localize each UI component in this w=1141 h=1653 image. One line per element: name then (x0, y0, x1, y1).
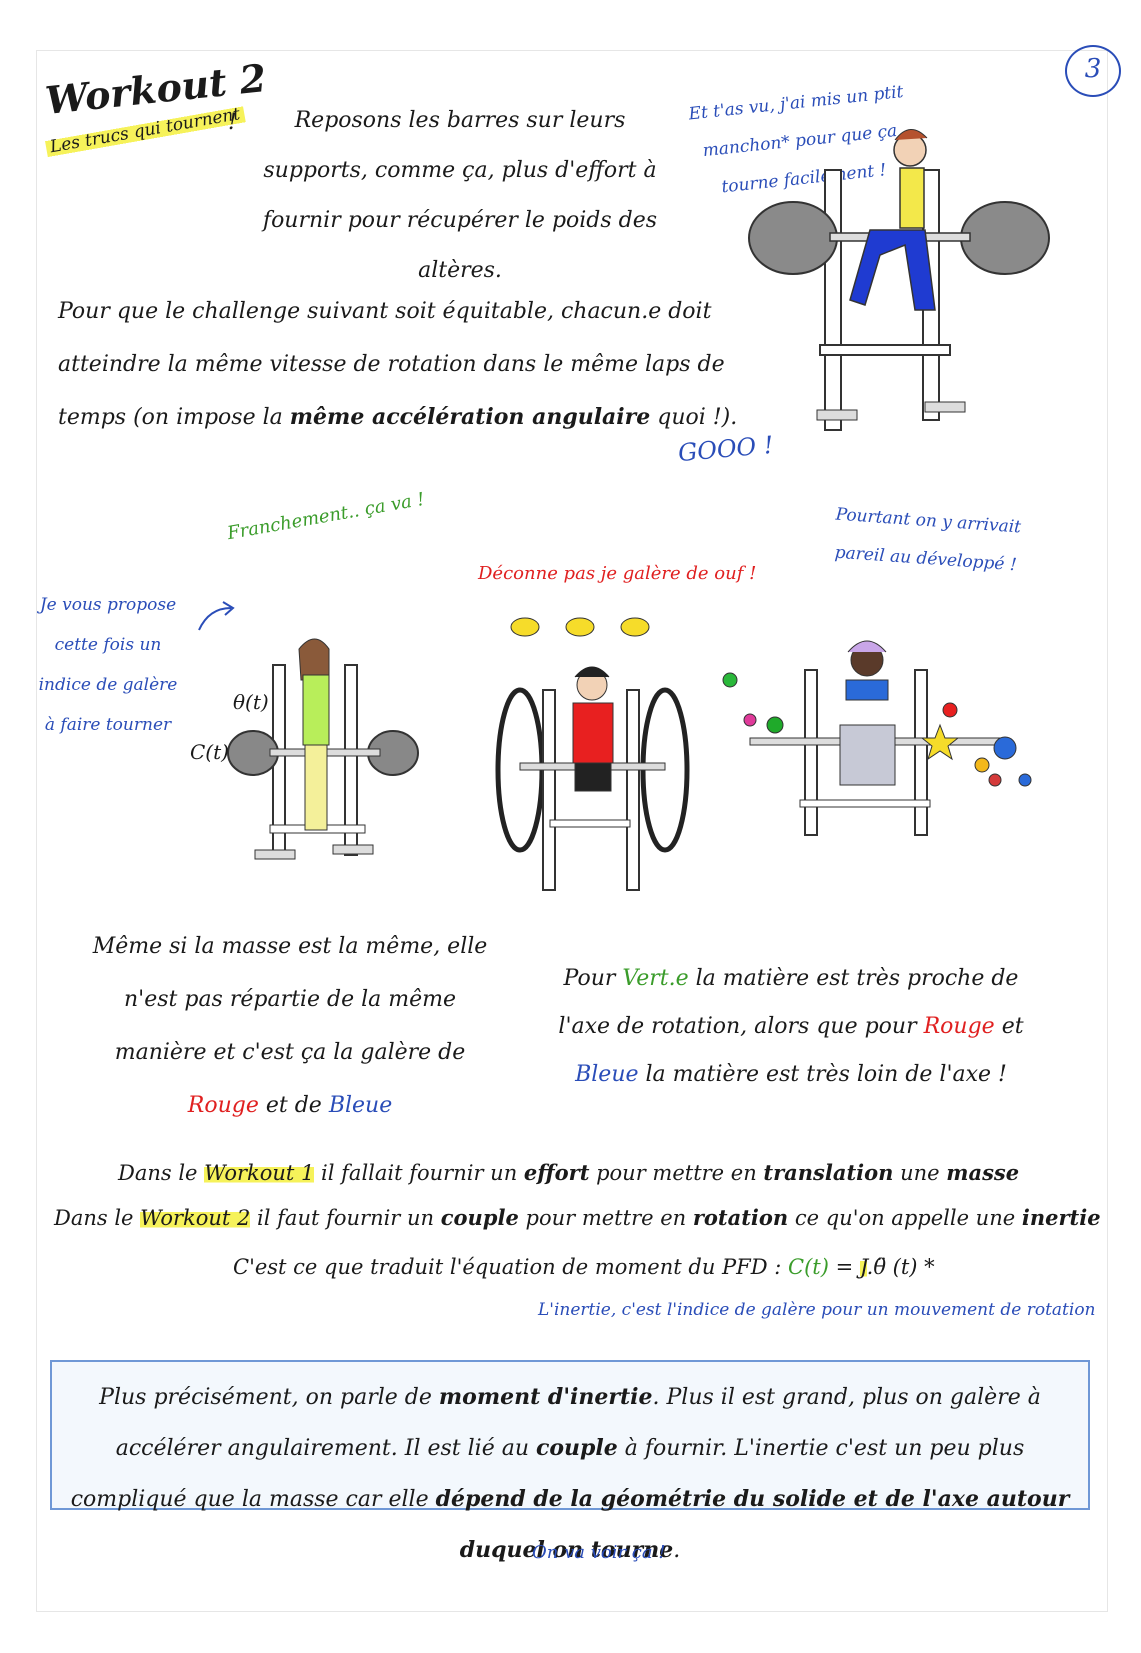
right-explanation: Pour Vert.e la matière est très proche d… (556, 955, 1026, 1099)
right-explanation-end: la matière est très loin de l'axe ! (638, 1062, 1007, 1087)
summary-a: Plus précisément, on parle de (99, 1385, 439, 1410)
equation-couple: C(t) (788, 1255, 829, 1279)
person-shorts (574, 762, 612, 792)
right-explanation-start: Pour (563, 966, 623, 991)
weight-plate-right (960, 201, 1050, 275)
line2-b: il faut fournir un (250, 1206, 441, 1230)
word-masse: masse (946, 1160, 1020, 1185)
person-legs (849, 229, 936, 311)
inertia-definition: L'inertie, c'est l'indice de galère pour… (538, 1300, 1096, 1320)
line1-b: il fallait fournir un (314, 1161, 524, 1185)
person-pants (839, 724, 896, 786)
summary-d: . (673, 1538, 681, 1563)
challenge-end: quoi !). (650, 405, 738, 430)
line1-workout: Workout 1 (204, 1161, 315, 1185)
rack-foot-right (332, 844, 374, 855)
pfd-equation-line: C'est ce que traduit l'équation de momen… (233, 1255, 935, 1279)
rack-foot-left (816, 409, 858, 421)
subtitle-punct: ! (228, 110, 237, 135)
rack-foot-left (254, 849, 296, 860)
word-couple: couple (440, 1205, 519, 1230)
rack-post-right (914, 669, 928, 836)
side-note: Je vous propose cette fois un indice de … (38, 595, 178, 735)
word-effort: effort (523, 1160, 590, 1185)
word-rouge: Rouge (187, 1093, 259, 1118)
line2-d: ce qu'on appelle une (788, 1206, 1022, 1230)
summary-dependence: dépend de la géométrie du solide et de l… (435, 1486, 1070, 1563)
word-rouge: Rouge (923, 1014, 995, 1039)
left-explanation-text: Même si la masse est la même, elle n'est… (92, 934, 488, 1065)
rack-post-left (542, 689, 556, 891)
rack-post-right (626, 689, 640, 891)
person-hair (847, 640, 887, 653)
couple-label: C(t) (190, 740, 229, 764)
rack-crossbar (799, 799, 931, 808)
equation-equals: = (828, 1255, 860, 1279)
challenge-emphasis: même accélération angulaire (289, 404, 651, 430)
rack-foot-right (924, 401, 966, 413)
workout1-line: Dans le Workout 1 il fallait fournir un … (118, 1160, 1019, 1185)
page-number: 3 (1065, 45, 1121, 97)
right-explanation-et: et (994, 1014, 1024, 1039)
word-couple: couple (535, 1435, 618, 1461)
illustration-blue-person (722, 640, 1032, 836)
arrow-icon (198, 601, 235, 631)
word-bleue: Bleue (575, 1062, 639, 1087)
word-rotation: rotation (692, 1205, 789, 1230)
person-top (845, 679, 889, 701)
workout2-line: Dans le Workout 2 il faut fournir un cou… (54, 1205, 1101, 1230)
line2-c: pour mettre en (518, 1206, 693, 1230)
word-verte: Vert.e (622, 966, 689, 991)
person-legs (304, 744, 328, 831)
pfd-text: C'est ce que traduit l'équation de momen… (233, 1255, 782, 1279)
intro-paragraph: Reposons les barres sur leurs supports, … (262, 108, 658, 283)
word-inertie: inertie (1021, 1205, 1101, 1230)
person-hair (894, 129, 928, 141)
rack-post-left (804, 669, 818, 836)
person-shirt (302, 674, 330, 746)
rack-crossbar (819, 344, 951, 356)
line1-d: une (893, 1161, 947, 1185)
word-bleue: Bleue (328, 1093, 393, 1118)
footer-note: On va voir ça ! (532, 1542, 666, 1563)
equation-inertia: J (859, 1255, 867, 1279)
person-shirt (572, 702, 614, 764)
left-explanation: Même si la masse est la même, elle n'est… (80, 920, 500, 1132)
person-hair (298, 638, 330, 681)
line2-workout: Workout 2 (140, 1206, 251, 1230)
word-translation: translation (763, 1160, 894, 1185)
challenge-paragraph: Pour que le challenge suivant soit équit… (58, 285, 738, 444)
line1-c: pour mettre en (589, 1161, 764, 1185)
line2-a: Dans le (54, 1206, 141, 1230)
flexed-arm-icons (510, 617, 650, 637)
theta-label: θ(t) (233, 690, 269, 714)
illustration-green-person (227, 638, 419, 860)
equation-rest: .θ̈ (t) * (866, 1255, 935, 1279)
rack-post-left (824, 169, 842, 431)
word-moment-inertie: moment d'inertie (438, 1384, 653, 1410)
illustration-red-person (495, 617, 690, 891)
rack-crossbar (549, 819, 631, 828)
weight-plate-left (748, 201, 838, 275)
illustration-sitting-on-bar (748, 129, 1050, 431)
person-hair (574, 666, 610, 678)
person-shirt (899, 167, 925, 229)
blue-remark: Pourtant on y arrivait pareil au dévelop… (834, 504, 1022, 576)
line1-a: Dans le (118, 1161, 205, 1185)
red-remark: Déconne pas je galère de ouf ! (478, 563, 757, 584)
left-explanation-join: et de (258, 1093, 329, 1118)
